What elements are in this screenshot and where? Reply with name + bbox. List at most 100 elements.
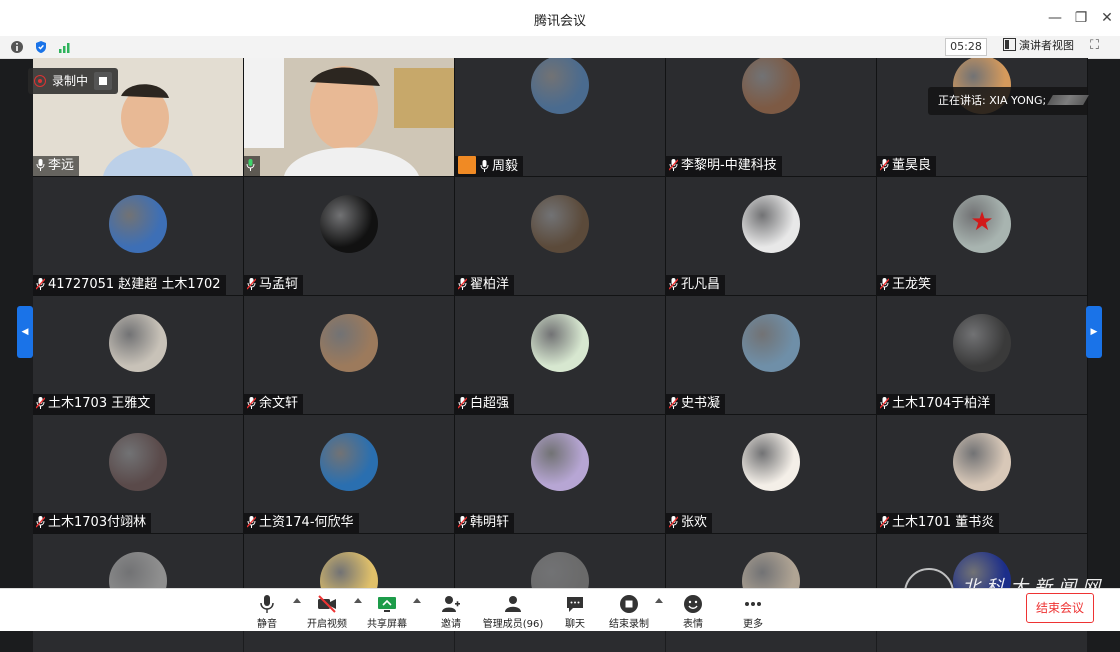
participant-name: 土木1703付翊林 <box>48 515 147 530</box>
participant-tile[interactable]: 董昊良 <box>877 58 1087 176</box>
info-icon[interactable] <box>10 40 24 54</box>
video-label: 开启视频 <box>307 619 347 630</box>
participant-nameplate <box>244 156 260 176</box>
participant-avatar <box>531 314 589 372</box>
video-feed <box>244 58 454 176</box>
participant-nameplate: 董昊良 <box>877 156 937 176</box>
control-bar: 静音 开启视频 共享屏幕 邀请 管理成员(96) 聊天 结束录制 表情 更多 <box>0 588 1120 631</box>
muted-mic-icon <box>880 397 889 409</box>
restore-icon[interactable]: ❐ <box>1072 9 1090 27</box>
more-button[interactable]: 更多 <box>723 591 783 631</box>
participant-tile[interactable]: ★ 王龙笑 <box>877 177 1087 295</box>
prev-page-button[interactable]: ◀ <box>17 306 33 358</box>
mute-button[interactable]: 静音 <box>237 591 297 631</box>
participant-tile[interactable]: 李黎明-中建科技 <box>666 58 876 176</box>
share-label: 共享屏幕 <box>367 619 407 630</box>
speaker-view-toggle[interactable]: 演讲者视图 <box>1003 38 1074 54</box>
blurred-name <box>1047 95 1090 105</box>
participant-tile[interactable]: 土木1703付翊林 <box>33 415 243 533</box>
meeting-info-bar: 05:28 演讲者视图 ⛶ <box>0 36 1120 59</box>
participant-nameplate: 土木1704于柏洋 <box>877 394 996 414</box>
participant-tile[interactable]: 孔凡昌 <box>666 177 876 295</box>
more-icon <box>745 602 761 606</box>
participant-name: 余文轩 <box>259 396 299 411</box>
participant-name: 41727051 赵建超 土木1702 <box>48 277 221 292</box>
muted-mic-icon <box>669 278 678 290</box>
participant-nameplate: 孔凡昌 <box>666 275 726 295</box>
participant-tile[interactable]: 白超强 <box>455 296 665 414</box>
recording-label: 录制中 <box>52 74 89 88</box>
participant-tile[interactable]: 余文轩 <box>244 296 454 414</box>
participant-tile[interactable]: 翟柏洋 <box>455 177 665 295</box>
stop-record-icon <box>620 595 638 613</box>
muted-mic-icon <box>458 516 467 528</box>
start-video-button[interactable]: 开启视频 <box>297 591 357 631</box>
muted-mic-icon <box>36 516 45 528</box>
participant-nameplate: 王龙笑 <box>877 275 937 295</box>
participant-name: 王龙笑 <box>892 277 932 292</box>
invite-icon <box>442 596 460 612</box>
participant-tile[interactable]: 土木1703 王雅文 <box>33 296 243 414</box>
participant-tile[interactable]: 马孟轲 <box>244 177 454 295</box>
signal-icon[interactable] <box>58 40 72 54</box>
speaker-view-label: 演讲者视图 <box>1019 39 1074 52</box>
fullscreen-icon[interactable]: ⛶ <box>1090 39 1104 53</box>
chat-icon <box>567 597 583 612</box>
participant-name: 韩明轩 <box>470 515 510 530</box>
participant-tile[interactable]: 史书凝 <box>666 296 876 414</box>
profile-icon <box>458 156 476 174</box>
participant-avatar <box>742 195 800 253</box>
muted-mic-icon <box>36 397 45 409</box>
minimize-icon[interactable]: — <box>1046 9 1064 27</box>
participant-avatar <box>109 195 167 253</box>
stop-recording-icon[interactable] <box>94 72 112 90</box>
participant-tile[interactable]: 韩明轩 <box>455 415 665 533</box>
title-bar: 腾讯会议 — ❐ ✕ <box>0 0 1120 37</box>
share-options-caret[interactable] <box>413 598 421 603</box>
participant-tile[interactable]: 土木1701 董书炎 <box>877 415 1087 533</box>
mute-label: 静音 <box>257 619 277 630</box>
participant-nameplate: 周毅 <box>455 156 524 176</box>
muted-mic-icon <box>669 516 678 528</box>
red-star-icon: ★ <box>970 207 994 237</box>
members-label: 管理成员(96) <box>482 619 544 630</box>
participant-name: 土木1701 董书炎 <box>892 515 995 530</box>
speaking-label: 正在讲话: XIA YONG; <box>938 94 1047 107</box>
invite-button[interactable]: 邀请 <box>421 591 481 631</box>
participant-grid: 李远 周毅 李黎明-中建科技 董昊良 41727051 赵建超 土木1702 马孟轲 翟柏洋… <box>33 58 1088 652</box>
muted-mic-icon <box>247 397 256 409</box>
muted-mic-icon <box>458 397 467 409</box>
stop-record-button[interactable]: 结束录制 <box>599 591 659 631</box>
participant-nameplate: 史书凝 <box>666 394 726 414</box>
participant-name: 土资174-何欣华 <box>259 515 354 530</box>
participant-tile[interactable]: 41727051 赵建超 土木1702 <box>33 177 243 295</box>
mic-icon <box>246 159 255 171</box>
more-label: 更多 <box>743 619 763 630</box>
participant-avatar <box>953 433 1011 491</box>
meeting-timer: 05:28 <box>945 38 987 56</box>
mic-icon <box>480 160 489 172</box>
participant-name: 周毅 <box>492 159 519 174</box>
participant-tile[interactable]: 周毅 <box>455 58 665 176</box>
participant-tile[interactable] <box>244 58 454 176</box>
participant-tile[interactable]: 张欢 <box>666 415 876 533</box>
recording-badge: 录制中 <box>28 68 118 94</box>
muted-mic-icon <box>247 278 256 290</box>
share-screen-button[interactable]: 共享屏幕 <box>357 591 417 631</box>
participant-nameplate: 韩明轩 <box>455 513 515 533</box>
record-icon <box>34 75 46 87</box>
record-options-caret[interactable] <box>655 598 663 603</box>
close-icon[interactable]: ✕ <box>1098 9 1116 27</box>
end-meeting-button[interactable]: 结束会议 <box>1026 593 1094 623</box>
next-page-button[interactable]: ▶ <box>1086 306 1102 358</box>
manage-members-button[interactable]: 管理成员(96) <box>480 591 546 631</box>
reactions-button[interactable]: 表情 <box>663 591 723 631</box>
chat-label: 聊天 <box>565 619 585 630</box>
muted-mic-icon <box>880 159 889 171</box>
muted-mic-icon <box>880 278 889 290</box>
participant-tile[interactable]: 土资174-何欣华 <box>244 415 454 533</box>
participant-tile[interactable]: 土木1704于柏洋 <box>877 296 1087 414</box>
participant-avatar <box>953 314 1011 372</box>
shield-icon[interactable] <box>34 40 48 54</box>
chat-button[interactable]: 聊天 <box>545 591 605 631</box>
